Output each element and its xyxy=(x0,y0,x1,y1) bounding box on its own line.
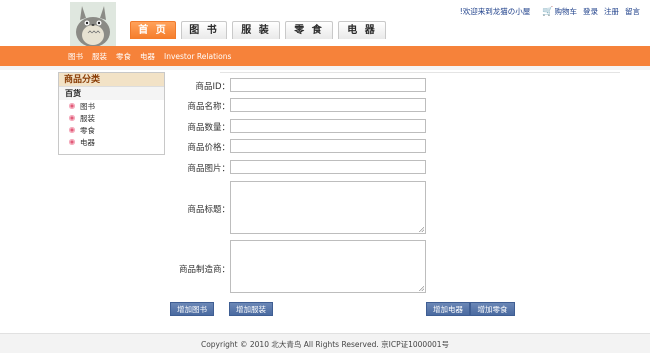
category-sidebar: 商品分类 百货 图书 服装 零食 电器 xyxy=(58,72,165,155)
tab-books[interactable]: 图 书 xyxy=(181,21,227,39)
product-name-input[interactable] xyxy=(230,98,426,112)
form-row-price: 商品价格： xyxy=(150,139,430,153)
bullet-icon xyxy=(69,139,75,145)
tab-home[interactable]: 首 页 xyxy=(130,21,176,39)
resize-grip-icon[interactable] xyxy=(419,227,424,232)
login-link[interactable]: 登录 xyxy=(583,6,598,17)
sidebar-group: 百货 xyxy=(59,87,164,100)
sidebar-item-label: 服装 xyxy=(80,113,95,123)
sidebar-item-label: 电器 xyxy=(80,137,95,147)
content-divider xyxy=(220,72,620,73)
sidebar-item-label: 图书 xyxy=(80,101,95,111)
sub-strip xyxy=(0,66,650,70)
label-product-name: 商品名称： xyxy=(187,102,230,112)
form-row-id: 商品ID： xyxy=(150,78,430,92)
sidebar-item-books[interactable]: 图书 xyxy=(59,100,164,112)
bullet-icon xyxy=(69,115,75,121)
copyright-text: Copyright © 2010 北大青鸟 All Rights Reserve… xyxy=(200,340,450,349)
add-appliance-button[interactable]: 增加电器 xyxy=(426,302,470,316)
register-link[interactable]: 注册 xyxy=(604,6,619,17)
totoro-logo[interactable] xyxy=(70,2,116,47)
bullet-icon xyxy=(69,127,75,133)
subnav-snacks[interactable]: 零食 xyxy=(116,51,131,62)
cart-link-label: 购物车 xyxy=(554,7,578,16)
label-product-price: 商品价格： xyxy=(187,143,230,153)
subnav-appliances[interactable]: 电器 xyxy=(140,51,155,62)
form-row-quantity: 商品数量： xyxy=(150,119,430,133)
label-product-image: 商品图片： xyxy=(187,164,230,174)
add-books-button[interactable]: 增加图书 xyxy=(170,302,214,316)
header: 首 页 图 书 服 装 零 食 电 器 !欢迎来到龙猫の小屋 🛒购物车 登录 注… xyxy=(0,0,650,47)
product-id-input[interactable] xyxy=(230,78,426,92)
cart-icon: 🛒 xyxy=(542,7,554,17)
add-clothing-button[interactable]: 增加服装 xyxy=(229,302,273,316)
label-product-quantity: 商品数量： xyxy=(187,123,230,133)
sidebar-item-snacks[interactable]: 零食 xyxy=(59,124,164,136)
product-manufacturer-textarea[interactable] xyxy=(230,240,426,293)
sub-nav: 图书 服装 零食 电器 Investor Relations xyxy=(0,46,650,66)
product-quantity-input[interactable] xyxy=(230,119,426,133)
message-link[interactable]: 留言 xyxy=(625,6,640,17)
product-description-textarea[interactable] xyxy=(230,181,426,234)
bullet-icon xyxy=(69,103,75,109)
product-price-input[interactable] xyxy=(230,139,426,153)
page: 首 页 图 书 服 装 零 食 电 器 !欢迎来到龙猫の小屋 🛒购物车 登录 注… xyxy=(0,0,650,353)
form-row-image: 商品图片： xyxy=(150,160,430,174)
cart-link[interactable]: 🛒购物车 xyxy=(536,6,577,17)
form-row-description: 商品标题： xyxy=(150,181,430,234)
tab-appliances[interactable]: 电 器 xyxy=(338,21,386,39)
tab-clothing[interactable]: 服 装 xyxy=(232,21,280,39)
form-row-manufacturer: 商品制造商： xyxy=(150,240,430,293)
welcome-link[interactable]: !欢迎来到龙猫の小屋 xyxy=(460,6,531,17)
form-row-name: 商品名称： xyxy=(150,98,430,112)
label-product-id: 商品ID： xyxy=(195,82,230,92)
footer: Copyright © 2010 北大青鸟 All Rights Reserve… xyxy=(0,333,650,353)
label-product-manufacturer: 商品制造商： xyxy=(178,265,230,275)
top-links: !欢迎来到龙猫の小屋 🛒购物车 登录 注册 留言 xyxy=(454,6,640,17)
resize-grip-icon[interactable] xyxy=(419,286,424,291)
product-image-input[interactable] xyxy=(230,160,426,174)
subnav-books[interactable]: 图书 xyxy=(68,51,83,62)
sidebar-item-label: 零食 xyxy=(80,125,95,135)
sidebar-title: 商品分类 xyxy=(59,73,164,87)
label-product-description: 商品标题： xyxy=(187,205,230,215)
sidebar-item-clothing[interactable]: 服装 xyxy=(59,112,164,124)
subnav-investor-relations[interactable]: Investor Relations xyxy=(164,52,231,61)
subnav-clothing[interactable]: 服装 xyxy=(92,51,107,62)
sidebar-item-appliances[interactable]: 电器 xyxy=(59,136,164,148)
main-nav: 首 页 图 书 服 装 零 食 电 器 xyxy=(130,21,391,39)
tab-snacks[interactable]: 零 食 xyxy=(285,21,333,39)
add-snacks-button[interactable]: 增加零食 xyxy=(470,302,515,316)
